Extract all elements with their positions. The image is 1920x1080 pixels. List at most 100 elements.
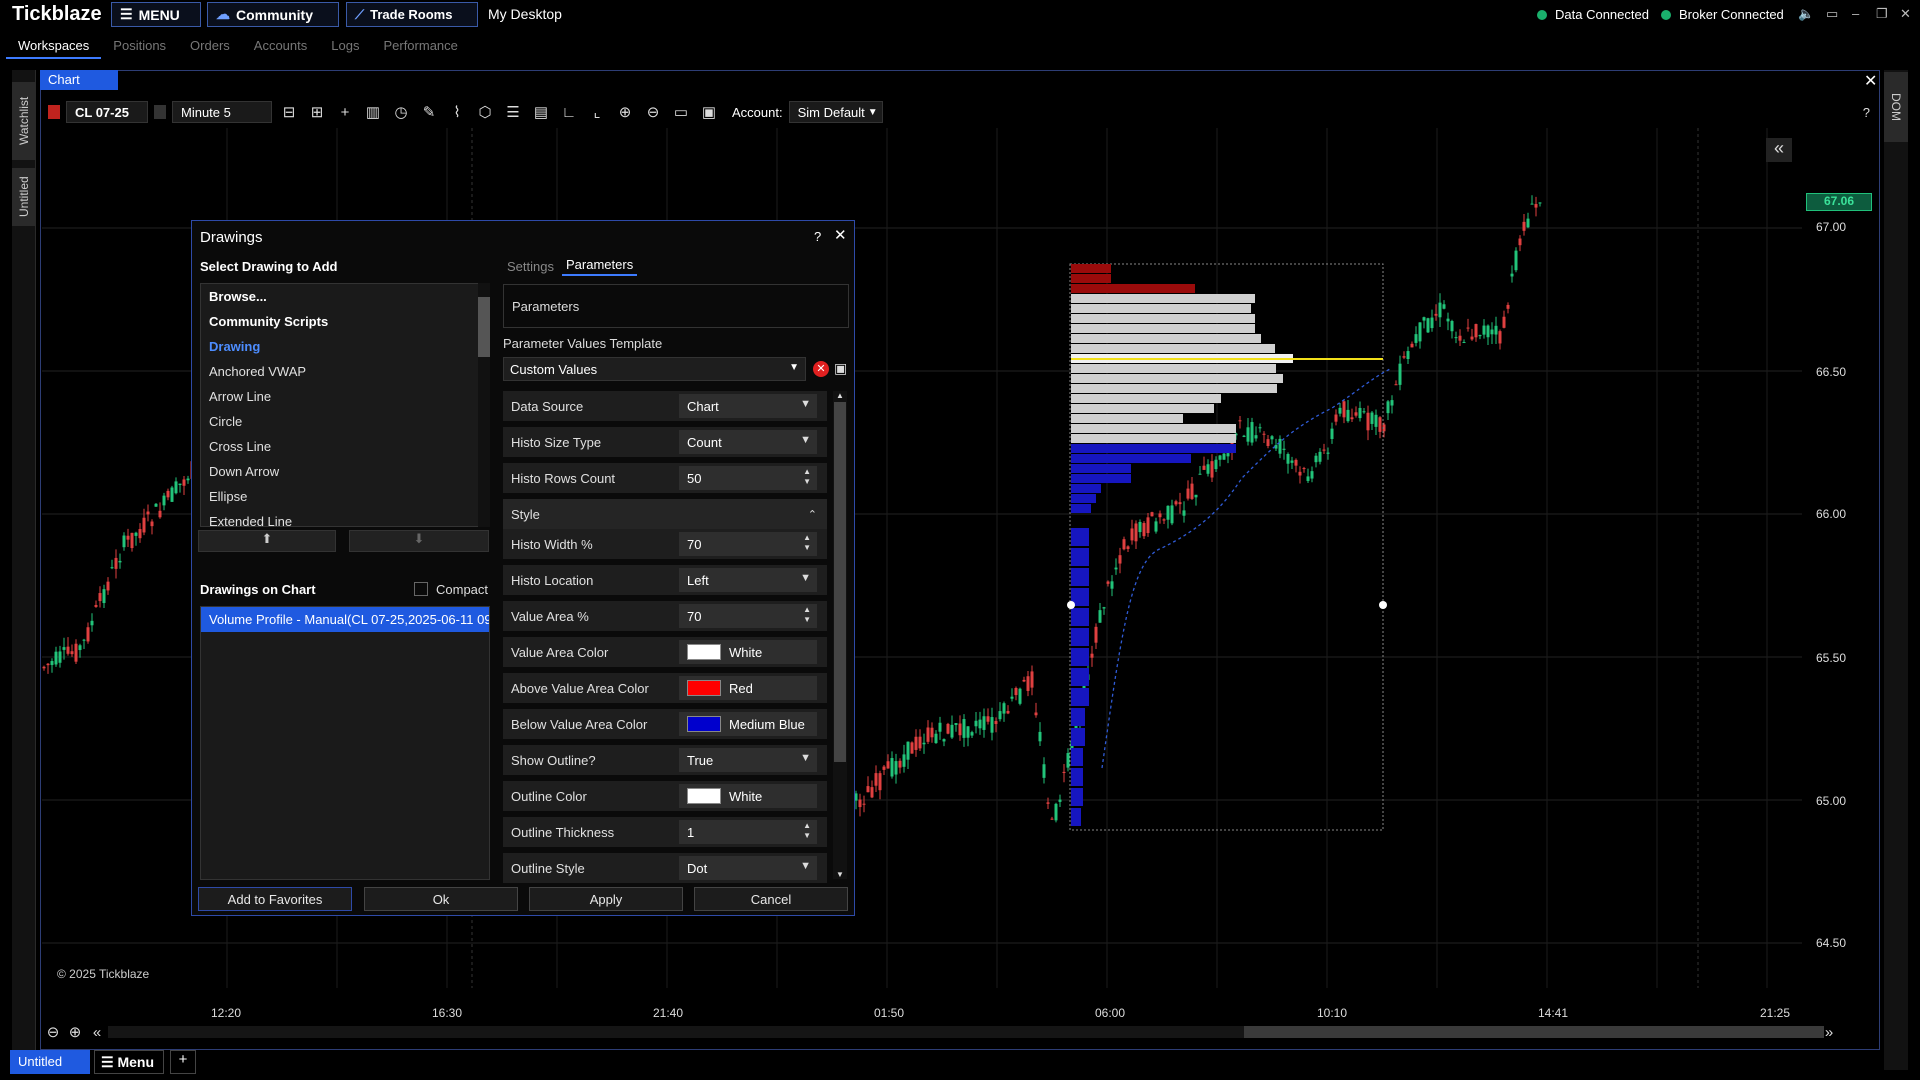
style-section-header[interactable]: Style ⌃ [503, 499, 827, 531]
my-desktop-tab[interactable]: My Desktop [488, 6, 562, 22]
community-button[interactable]: ☁ Community [207, 2, 339, 27]
maximize-icon[interactable]: ❐ [1876, 6, 1888, 22]
scrollbar-thumb[interactable] [478, 297, 490, 357]
move-up-button[interactable]: ⬆ [198, 530, 336, 552]
close-icon[interactable]: ✕ [1864, 71, 1877, 91]
bars-icon[interactable]: ▥ [362, 101, 384, 123]
indicator-icon[interactable]: ⌇ [446, 101, 468, 123]
sound-icon[interactable]: 🔈 [1798, 6, 1814, 22]
scroll-up-icon[interactable]: ▲ [833, 391, 847, 400]
scroll-down-icon[interactable]: ▼ [833, 870, 847, 879]
timeframe-color-icon[interactable] [154, 105, 166, 119]
save-icon[interactable]: ▣ [698, 101, 720, 123]
drawing-list-item[interactable]: Extended Line [201, 509, 489, 526]
zoom-in-icon[interactable]: ⊕ [614, 101, 636, 123]
param-value[interactable]: White [679, 784, 817, 808]
param-value[interactable]: Count ▼ [679, 430, 817, 454]
restore-small-icon[interactable]: ▭ [1826, 6, 1838, 22]
cube-icon[interactable]: ⬡ [474, 101, 496, 123]
clear-template-icon[interactable]: ✕ [813, 361, 829, 377]
stepper-icon[interactable]: ▲ ▼ [803, 467, 811, 487]
collapse-panel-icon[interactable]: « [1766, 138, 1792, 162]
drawing-list[interactable]: Browse... Community Scripts Drawing Anchore… [200, 283, 490, 527]
chart-type-icon[interactable]: ⊟ [278, 101, 300, 123]
tab-untitled[interactable]: Untitled [12, 168, 36, 226]
close-icon[interactable]: ✕ [834, 226, 847, 244]
tab-accounts[interactable]: Accounts [242, 35, 319, 59]
stepper-icon[interactable]: ▲ ▼ [803, 605, 811, 625]
tab-workspaces[interactable]: Workspaces [6, 35, 102, 59]
account-selector[interactable]: Sim Default ▼ [788, 101, 883, 123]
param-value[interactable]: 50 ▲ ▼ [679, 466, 817, 490]
drawing-list-item[interactable]: Drawing [201, 334, 489, 359]
axis-icon[interactable]: ∟ [558, 101, 580, 123]
tab-parameters[interactable]: Parameters [562, 257, 638, 276]
tab-orders[interactable]: Orders [178, 35, 242, 59]
timeframe-selector[interactable]: Minute 5 [172, 101, 272, 123]
zoom-out-icon[interactable]: ⊖ [642, 101, 664, 123]
tab-performance[interactable]: Performance [371, 35, 469, 59]
move-down-button[interactable]: ⬇ [349, 530, 489, 552]
drawing-list-item[interactable]: Ellipse [201, 484, 489, 509]
folder-icon[interactable]: ▭ [670, 101, 692, 123]
param-value[interactable]: 1 ▲ ▼ [679, 820, 817, 844]
param-value[interactable]: True ▼ [679, 748, 817, 772]
add-favorites-button[interactable]: Add to Favorites [198, 887, 352, 911]
save-template-icon[interactable]: ▣ [834, 360, 847, 377]
stepper-icon[interactable]: ▲ ▼ [803, 821, 811, 841]
drawing-list-item[interactable]: Cross Line [201, 434, 489, 459]
list-item[interactable]: Volume Profile - Manual(CL 07-25,2025-06… [201, 607, 489, 632]
drawing-list-item[interactable]: Browse... [201, 284, 489, 309]
drawing-list-item[interactable]: Down Arrow [201, 459, 489, 484]
axis-alt-icon[interactable]: ⌞ [586, 101, 608, 123]
param-value[interactable]: Dot ▼ [679, 856, 817, 880]
stepper-icon[interactable]: ▲ ▼ [803, 533, 811, 553]
params-scrollbar[interactable]: ▲ ▼ [833, 391, 847, 879]
param-value[interactable]: 70 ▲ ▼ [679, 604, 817, 628]
close-icon[interactable]: ✕ [1900, 6, 1911, 22]
tab-positions[interactable]: Positions [101, 35, 178, 59]
template-icon[interactable]: ⊞ [306, 101, 328, 123]
tab-settings[interactable]: Settings [507, 259, 554, 274]
drawing-list-item[interactable]: Community Scripts [201, 309, 489, 334]
param-value[interactable]: Medium Blue [679, 712, 817, 736]
drawing-list-item[interactable]: Anchored VWAP [201, 359, 489, 384]
clock-icon[interactable]: ◷ [390, 101, 412, 123]
symbol-color-icon[interactable] [48, 105, 60, 119]
chart-tab[interactable]: Chart [40, 70, 118, 90]
drawing-list-item[interactable]: Arrow Line [201, 384, 489, 409]
scroll-left-icon[interactable]: « [86, 1021, 108, 1043]
ok-button[interactable]: Ok [364, 887, 518, 911]
param-value[interactable]: White [679, 640, 817, 664]
scrollbar-thumb[interactable] [834, 402, 846, 762]
crosshair-icon[interactable]: + [334, 101, 356, 123]
param-value[interactable]: 70 ▲ ▼ [679, 532, 817, 556]
add-workspace-button[interactable]: + [170, 1050, 196, 1074]
document-icon[interactable]: ▤ [530, 101, 552, 123]
drawing-list-item[interactable]: Circle [201, 409, 489, 434]
tab-watchlist[interactable]: Watchlist [12, 82, 36, 160]
zoom-in-icon[interactable]: ⊕ [64, 1021, 86, 1043]
param-value[interactable]: Red [679, 676, 817, 700]
zoom-out-icon[interactable]: ⊖ [42, 1021, 64, 1043]
bottom-menu-button[interactable]: ☰ Menu [94, 1050, 164, 1074]
list-scrollbar[interactable] [478, 283, 490, 527]
minimize-icon[interactable]: – [1852, 6, 1859, 21]
trade-rooms-button[interactable]: ⟋ Trade Rooms [346, 2, 478, 27]
pencil-icon[interactable]: ✎ [418, 101, 440, 123]
help-icon[interactable]: ? [1863, 105, 1870, 120]
help-icon[interactable]: ? [814, 229, 821, 244]
param-value[interactable]: Chart ▼ [679, 394, 817, 418]
scrollbar[interactable] [108, 1026, 1824, 1038]
param-value[interactable]: Left ▼ [679, 568, 817, 592]
compact-checkbox[interactable] [414, 582, 428, 596]
symbol-selector[interactable]: CL 07-25 [66, 101, 148, 123]
workspace-tab[interactable]: Untitled [10, 1050, 90, 1074]
menu-button[interactable]: ☰ MENU [111, 2, 201, 27]
template-dropdown[interactable]: Custom Values ▼ [503, 357, 806, 381]
tab-logs[interactable]: Logs [319, 35, 371, 59]
list-icon[interactable]: ☰ [502, 101, 524, 123]
apply-button[interactable]: Apply [529, 887, 683, 911]
tab-dom[interactable]: DOM [1884, 72, 1908, 142]
scrollbar-thumb[interactable] [1244, 1026, 1824, 1038]
